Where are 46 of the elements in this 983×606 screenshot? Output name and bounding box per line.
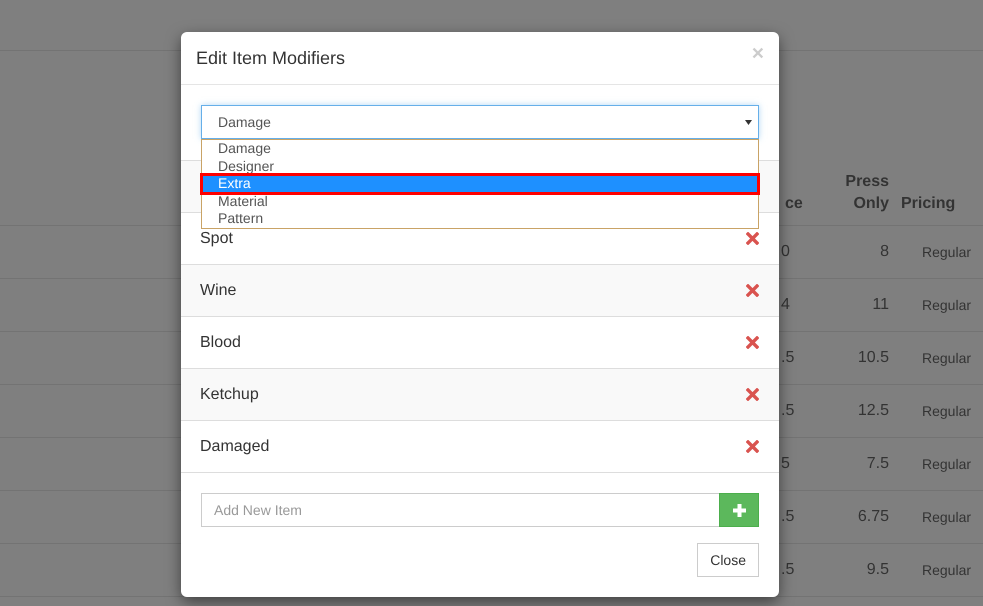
column-header: Press Only <box>844 172 889 214</box>
table-cell: 8 <box>880 243 889 261</box>
table-cell: 0 <box>781 243 790 261</box>
table-cell: Regular <box>922 297 972 313</box>
delete-icon[interactable] <box>746 232 759 245</box>
new-item-field[interactable]: Add New Item <box>201 493 719 527</box>
table-cell: Regular <box>922 403 972 419</box>
delete-icon[interactable] <box>746 336 759 349</box>
close-button[interactable]: Close <box>697 543 759 577</box>
plus-icon <box>732 504 746 516</box>
dropdown-option[interactable]: Material <box>202 192 758 210</box>
table-cell: .5 <box>781 508 794 526</box>
table-cell: 11 <box>872 296 889 314</box>
table-cell: Regular <box>922 456 972 472</box>
table-cell: 9.5 <box>866 561 889 579</box>
select-value: Damage <box>218 114 271 130</box>
table-cell: 7.5 <box>866 455 889 473</box>
table-cell: Regular <box>922 244 972 260</box>
table-cell: 4 <box>781 296 790 314</box>
dropdown-option[interactable]: Damage <box>202 140 758 158</box>
modifier-name: Blood <box>200 334 241 352</box>
column-header: ce <box>785 194 803 214</box>
modifier-name: Ketchup <box>200 386 259 404</box>
table-cell: 12.5 <box>858 402 889 420</box>
delete-icon[interactable] <box>746 388 759 401</box>
table-cell: 6.75 <box>858 508 889 526</box>
caret-icon <box>745 120 752 124</box>
table-cell: Regular <box>922 562 972 578</box>
column-header: Pricing <box>901 194 956 214</box>
delete-icon[interactable] <box>746 284 759 297</box>
modal-title: Edit Item Modifiers <box>196 48 346 68</box>
table-cell: 5 <box>781 455 790 473</box>
add-button[interactable] <box>719 493 759 527</box>
table-cell: .5 <box>781 349 794 367</box>
modifier-name: Damaged <box>200 438 270 456</box>
modifier-name: Wine <box>200 282 236 300</box>
table-cell: .5 <box>781 561 794 579</box>
dropdown-option[interactable]: Designer <box>202 158 758 176</box>
delete-icon[interactable] <box>746 440 759 453</box>
table-cell: Regular <box>922 509 972 525</box>
modifier-name: Spot <box>200 230 233 248</box>
table-cell: 10.5 <box>858 349 889 367</box>
table-cell: .5 <box>781 402 794 420</box>
category-select[interactable]: Damage <box>201 105 759 139</box>
dropdown-option[interactable]: Pattern <box>202 210 758 228</box>
table-cell: Regular <box>922 350 972 366</box>
